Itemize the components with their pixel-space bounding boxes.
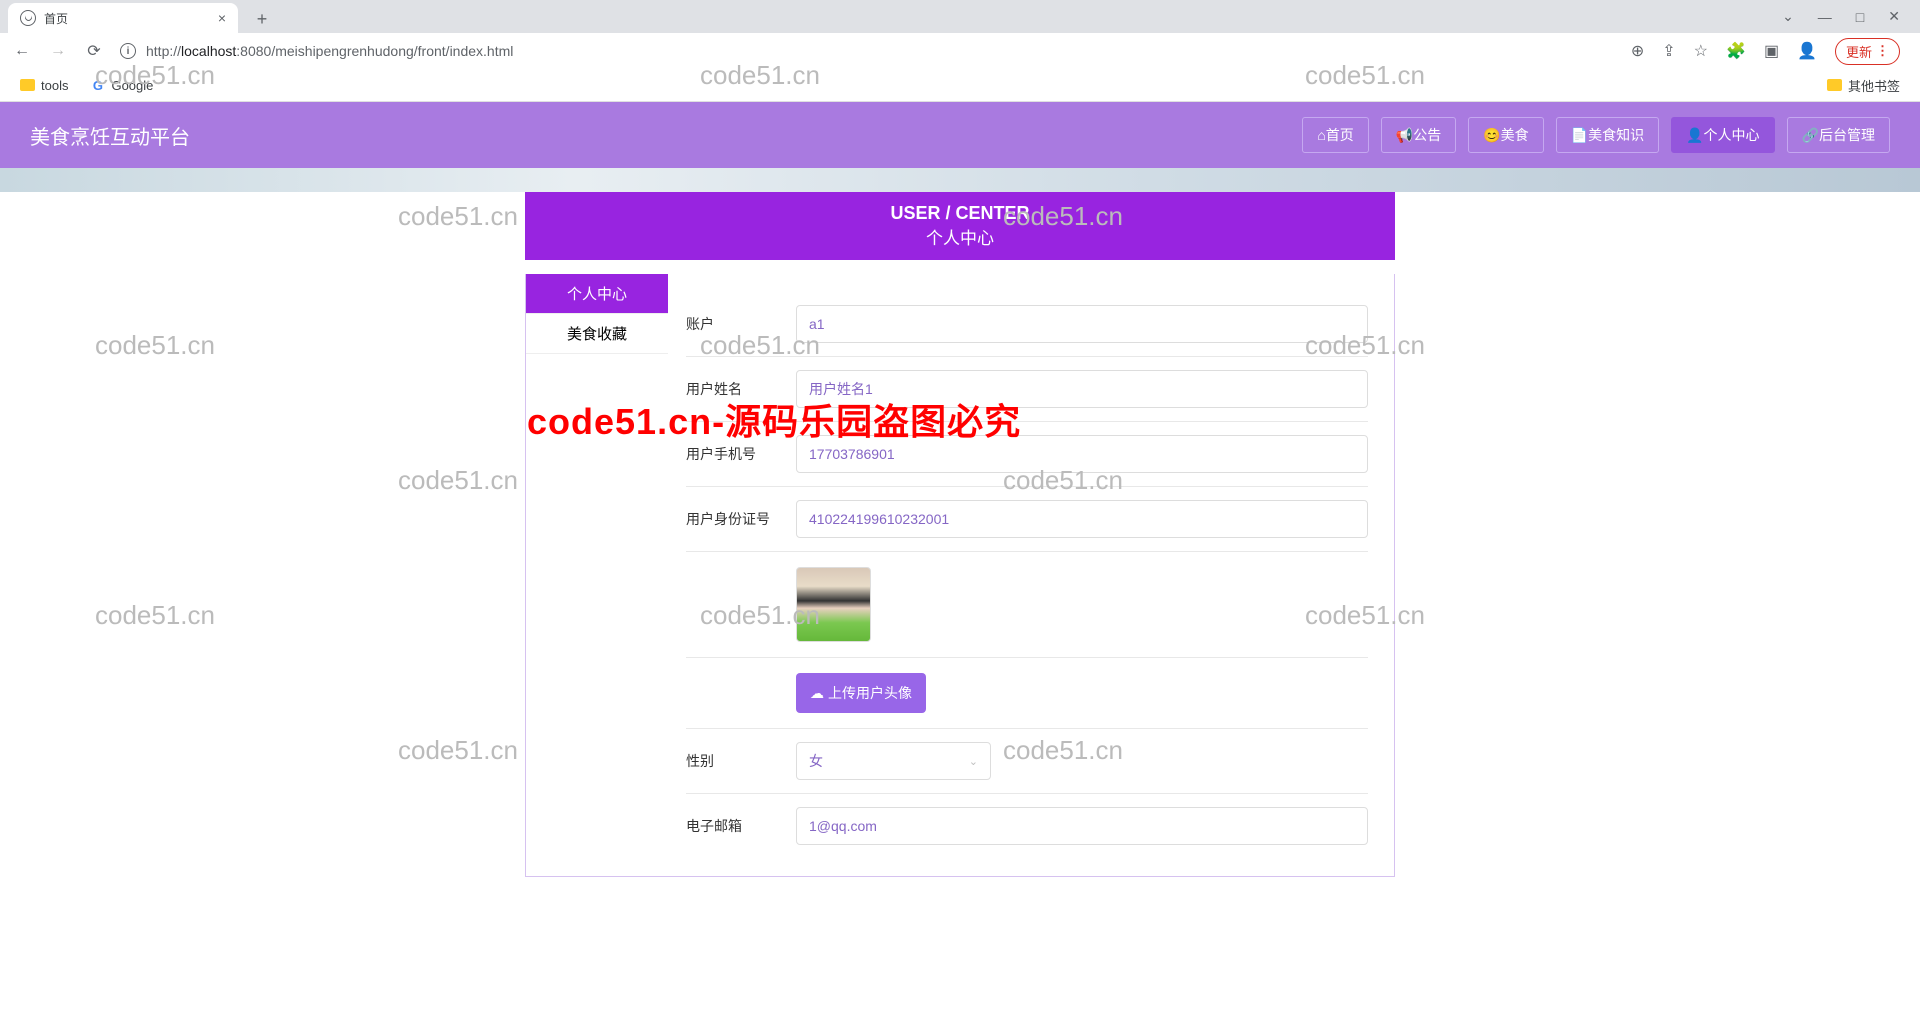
nav-admin[interactable]: 🔗后台管理 bbox=[1787, 117, 1890, 153]
watermark: code51.cn bbox=[95, 600, 215, 631]
input-name[interactable] bbox=[796, 370, 1368, 408]
content: USER / CENTER 个人中心 个人中心 美食收藏 账户 用户姓名 用户手… bbox=[525, 192, 1395, 877]
url-box[interactable]: i http://localhost:8080/meishipengrenhud… bbox=[120, 43, 1615, 59]
nav-food[interactable]: 😊美食 bbox=[1468, 117, 1543, 153]
profile-icon[interactable]: 👤 bbox=[1797, 41, 1817, 61]
maximize-icon[interactable]: □ bbox=[1856, 9, 1864, 25]
panel-header: USER / CENTER 个人中心 bbox=[525, 192, 1395, 260]
reload-button[interactable]: ⟳ bbox=[84, 41, 104, 61]
extensions-icon[interactable]: 🧩 bbox=[1726, 41, 1746, 61]
globe-icon bbox=[20, 10, 36, 26]
panel-title-en: USER / CENTER bbox=[890, 203, 1029, 224]
site-title: 美食烹饪互动平台 bbox=[30, 121, 190, 150]
close-icon[interactable]: × bbox=[218, 10, 226, 26]
watermark: code51.cn bbox=[398, 735, 518, 766]
close-window-icon[interactable]: ✕ bbox=[1888, 8, 1900, 25]
tab-title: 首页 bbox=[44, 10, 218, 27]
label-gender: 性别 bbox=[686, 751, 796, 771]
address-right: ⊕ ⇪ ☆ 🧩 ▣ 👤 更新 ⋮ bbox=[1631, 38, 1908, 65]
browser-tab[interactable]: 首页 × bbox=[8, 3, 238, 33]
nav-home[interactable]: ⌂首页 bbox=[1302, 117, 1368, 153]
chevron-down-icon: ⌄ bbox=[969, 755, 978, 768]
site-header: 美食烹饪互动平台 ⌂首页 📢公告 😊美食 📄美食知识 👤个人中心 🔗后台管理 bbox=[0, 102, 1920, 168]
update-button[interactable]: 更新 ⋮ bbox=[1835, 38, 1900, 65]
bookmark-bar: tools GGoogle 其他书签 bbox=[0, 69, 1920, 102]
row-gender: 性别 女 ⌄ bbox=[686, 729, 1368, 794]
row-id: 用户身份证号 bbox=[686, 487, 1368, 552]
gender-value: 女 bbox=[809, 751, 823, 771]
upload-avatar-button[interactable]: ☁上传用户头像 bbox=[796, 673, 926, 713]
panel-icon[interactable]: ▣ bbox=[1764, 41, 1779, 61]
google-icon: G bbox=[90, 78, 105, 93]
label-email: 电子邮箱 bbox=[686, 816, 796, 836]
browser-chrome: 首页 × + ⌄ — □ ✕ ← → ⟳ i http://localhost:… bbox=[0, 0, 1920, 102]
label-id: 用户身份证号 bbox=[686, 509, 796, 529]
banner-image bbox=[0, 168, 1920, 192]
form-area: 账户 用户姓名 用户手机号 用户身份证号 ☁上传用户头像 性别 bbox=[668, 274, 1394, 876]
tab-food-collection[interactable]: 美食收藏 bbox=[526, 314, 668, 354]
new-tab-button[interactable]: + bbox=[248, 5, 276, 33]
tab-personal-center[interactable]: 个人中心 bbox=[526, 274, 668, 314]
row-email: 电子邮箱 bbox=[686, 794, 1368, 858]
nav-links: ⌂首页 📢公告 😊美食 📄美食知识 👤个人中心 🔗后台管理 bbox=[1302, 117, 1890, 153]
row-upload: ☁上传用户头像 bbox=[686, 658, 1368, 729]
panel-body: 个人中心 美食收藏 账户 用户姓名 用户手机号 用户身份证号 bbox=[525, 274, 1395, 877]
input-phone[interactable] bbox=[796, 435, 1368, 473]
bookmark-google[interactable]: GGoogle bbox=[90, 78, 153, 93]
zoom-icon[interactable]: ⊕ bbox=[1631, 41, 1644, 61]
side-tabs: 个人中心 美食收藏 bbox=[526, 274, 668, 876]
input-id[interactable] bbox=[796, 500, 1368, 538]
chevron-down-icon[interactable]: ⌄ bbox=[1782, 8, 1794, 25]
watermark: code51.cn bbox=[398, 465, 518, 496]
address-bar: ← → ⟳ i http://localhost:8080/meishipeng… bbox=[0, 33, 1920, 69]
row-avatar bbox=[686, 552, 1368, 658]
watermark: code51.cn bbox=[398, 201, 518, 232]
folder-icon bbox=[20, 79, 35, 91]
folder-icon bbox=[1827, 79, 1842, 91]
nav-user-center[interactable]: 👤个人中心 bbox=[1671, 117, 1774, 153]
input-email[interactable] bbox=[796, 807, 1368, 845]
forward-button[interactable]: → bbox=[48, 41, 68, 61]
minimize-icon[interactable]: — bbox=[1818, 9, 1832, 25]
watermark: code51.cn bbox=[95, 330, 215, 361]
back-button[interactable]: ← bbox=[12, 41, 32, 61]
tab-bar: 首页 × + ⌄ — □ ✕ bbox=[0, 0, 1920, 33]
label-phone: 用户手机号 bbox=[686, 444, 796, 464]
avatar-image bbox=[796, 567, 871, 642]
info-icon[interactable]: i bbox=[120, 43, 136, 59]
label-account: 账户 bbox=[686, 314, 796, 334]
bookmark-tools[interactable]: tools bbox=[20, 78, 68, 93]
row-phone: 用户手机号 bbox=[686, 422, 1368, 487]
share-icon[interactable]: ⇪ bbox=[1662, 41, 1675, 61]
select-gender[interactable]: 女 ⌄ bbox=[796, 742, 991, 780]
nav-notice[interactable]: 📢公告 bbox=[1381, 117, 1456, 153]
label-name: 用户姓名 bbox=[686, 379, 796, 399]
star-icon[interactable]: ☆ bbox=[1694, 41, 1708, 61]
input-account[interactable] bbox=[796, 305, 1368, 343]
nav-knowledge[interactable]: 📄美食知识 bbox=[1556, 117, 1659, 153]
bookmark-other[interactable]: 其他书签 bbox=[1827, 76, 1900, 95]
row-account: 账户 bbox=[686, 292, 1368, 357]
panel-title-zh: 个人中心 bbox=[926, 224, 994, 249]
window-controls: ⌄ — □ ✕ bbox=[1782, 0, 1920, 33]
url-text: http://localhost:8080/meishipengrenhudon… bbox=[146, 43, 513, 59]
row-name: 用户姓名 bbox=[686, 357, 1368, 422]
